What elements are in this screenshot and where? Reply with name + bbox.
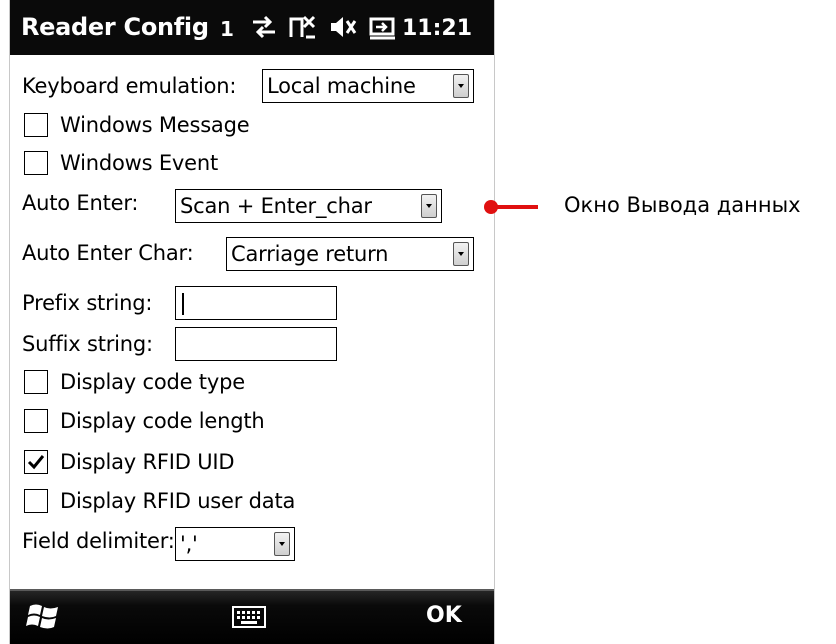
speaker-off-icon[interactable] [328,13,358,47]
keyboard-emulation-label: Keyboard emulation: [22,74,237,98]
notification-count[interactable]: 1 [220,15,234,43]
prefix-string-input[interactable] [175,286,337,320]
keyboard-emulation-value: Local machine [267,74,416,98]
chevron-down-icon[interactable] [453,74,469,98]
prefix-string-label: Prefix string: [22,291,153,315]
display-rfid-uid-checkbox[interactable] [24,450,48,474]
title-bar: Reader Config 1 11:21 [10,0,494,55]
suffix-string-label: Suffix string: [22,332,153,356]
ok-button[interactable]: OK [426,603,462,628]
auto-enter-label: Auto Enter: [22,191,139,215]
chevron-down-icon[interactable] [274,532,290,556]
text-caret [182,293,184,315]
suffix-string-input[interactable] [175,327,337,361]
field-delimiter-label: Field delimiter: [22,529,175,553]
windows-message-checkbox[interactable] [24,113,48,137]
field-delimiter-value: ',' [180,532,198,556]
keyboard-emulation-select[interactable]: Local machine [262,69,474,103]
app-title: Reader Config [21,13,209,41]
windows-flag-icon[interactable] [26,600,62,632]
keyboard-icon[interactable] [232,606,266,628]
callout-label: Окно Вывода данных [564,193,801,217]
battery-charging-icon[interactable] [368,13,398,47]
display-rfid-user-data-label[interactable]: Display RFID user data [60,488,295,514]
windows-message-label[interactable]: Windows Message [60,112,250,138]
clock[interactable]: 11:21 [402,15,472,43]
field-delimiter-select[interactable]: ',' [175,527,295,561]
display-code-length-label[interactable]: Display code length [60,408,265,434]
display-code-type-checkbox[interactable] [24,370,48,394]
display-rfid-user-data-checkbox[interactable] [24,489,48,513]
chevron-down-icon[interactable] [421,194,437,218]
auto-enter-char-label: Auto Enter Char: [22,241,194,265]
no-signal-icon[interactable] [288,13,318,47]
display-code-type-label[interactable]: Display code type [60,369,245,395]
chevron-down-icon[interactable] [453,242,469,266]
soft-key-bar: OK [10,589,494,644]
auto-enter-select[interactable]: Scan + Enter_char [175,189,442,223]
display-rfid-uid-label[interactable]: Display RFID UID [60,449,235,475]
auto-enter-char-select[interactable]: Carriage return [226,237,474,271]
windows-event-checkbox[interactable] [24,151,48,175]
sync-arrows-icon[interactable] [249,13,279,47]
windows-event-label[interactable]: Windows Event [60,150,218,176]
device-screen: Reader Config 1 11:21 Keyboard emulation… [9,0,495,644]
display-code-length-checkbox[interactable] [24,409,48,433]
auto-enter-value: Scan + Enter_char [180,194,372,218]
callout-line [492,205,538,209]
checkmark-icon [27,455,45,470]
auto-enter-char-value: Carriage return [231,242,389,266]
